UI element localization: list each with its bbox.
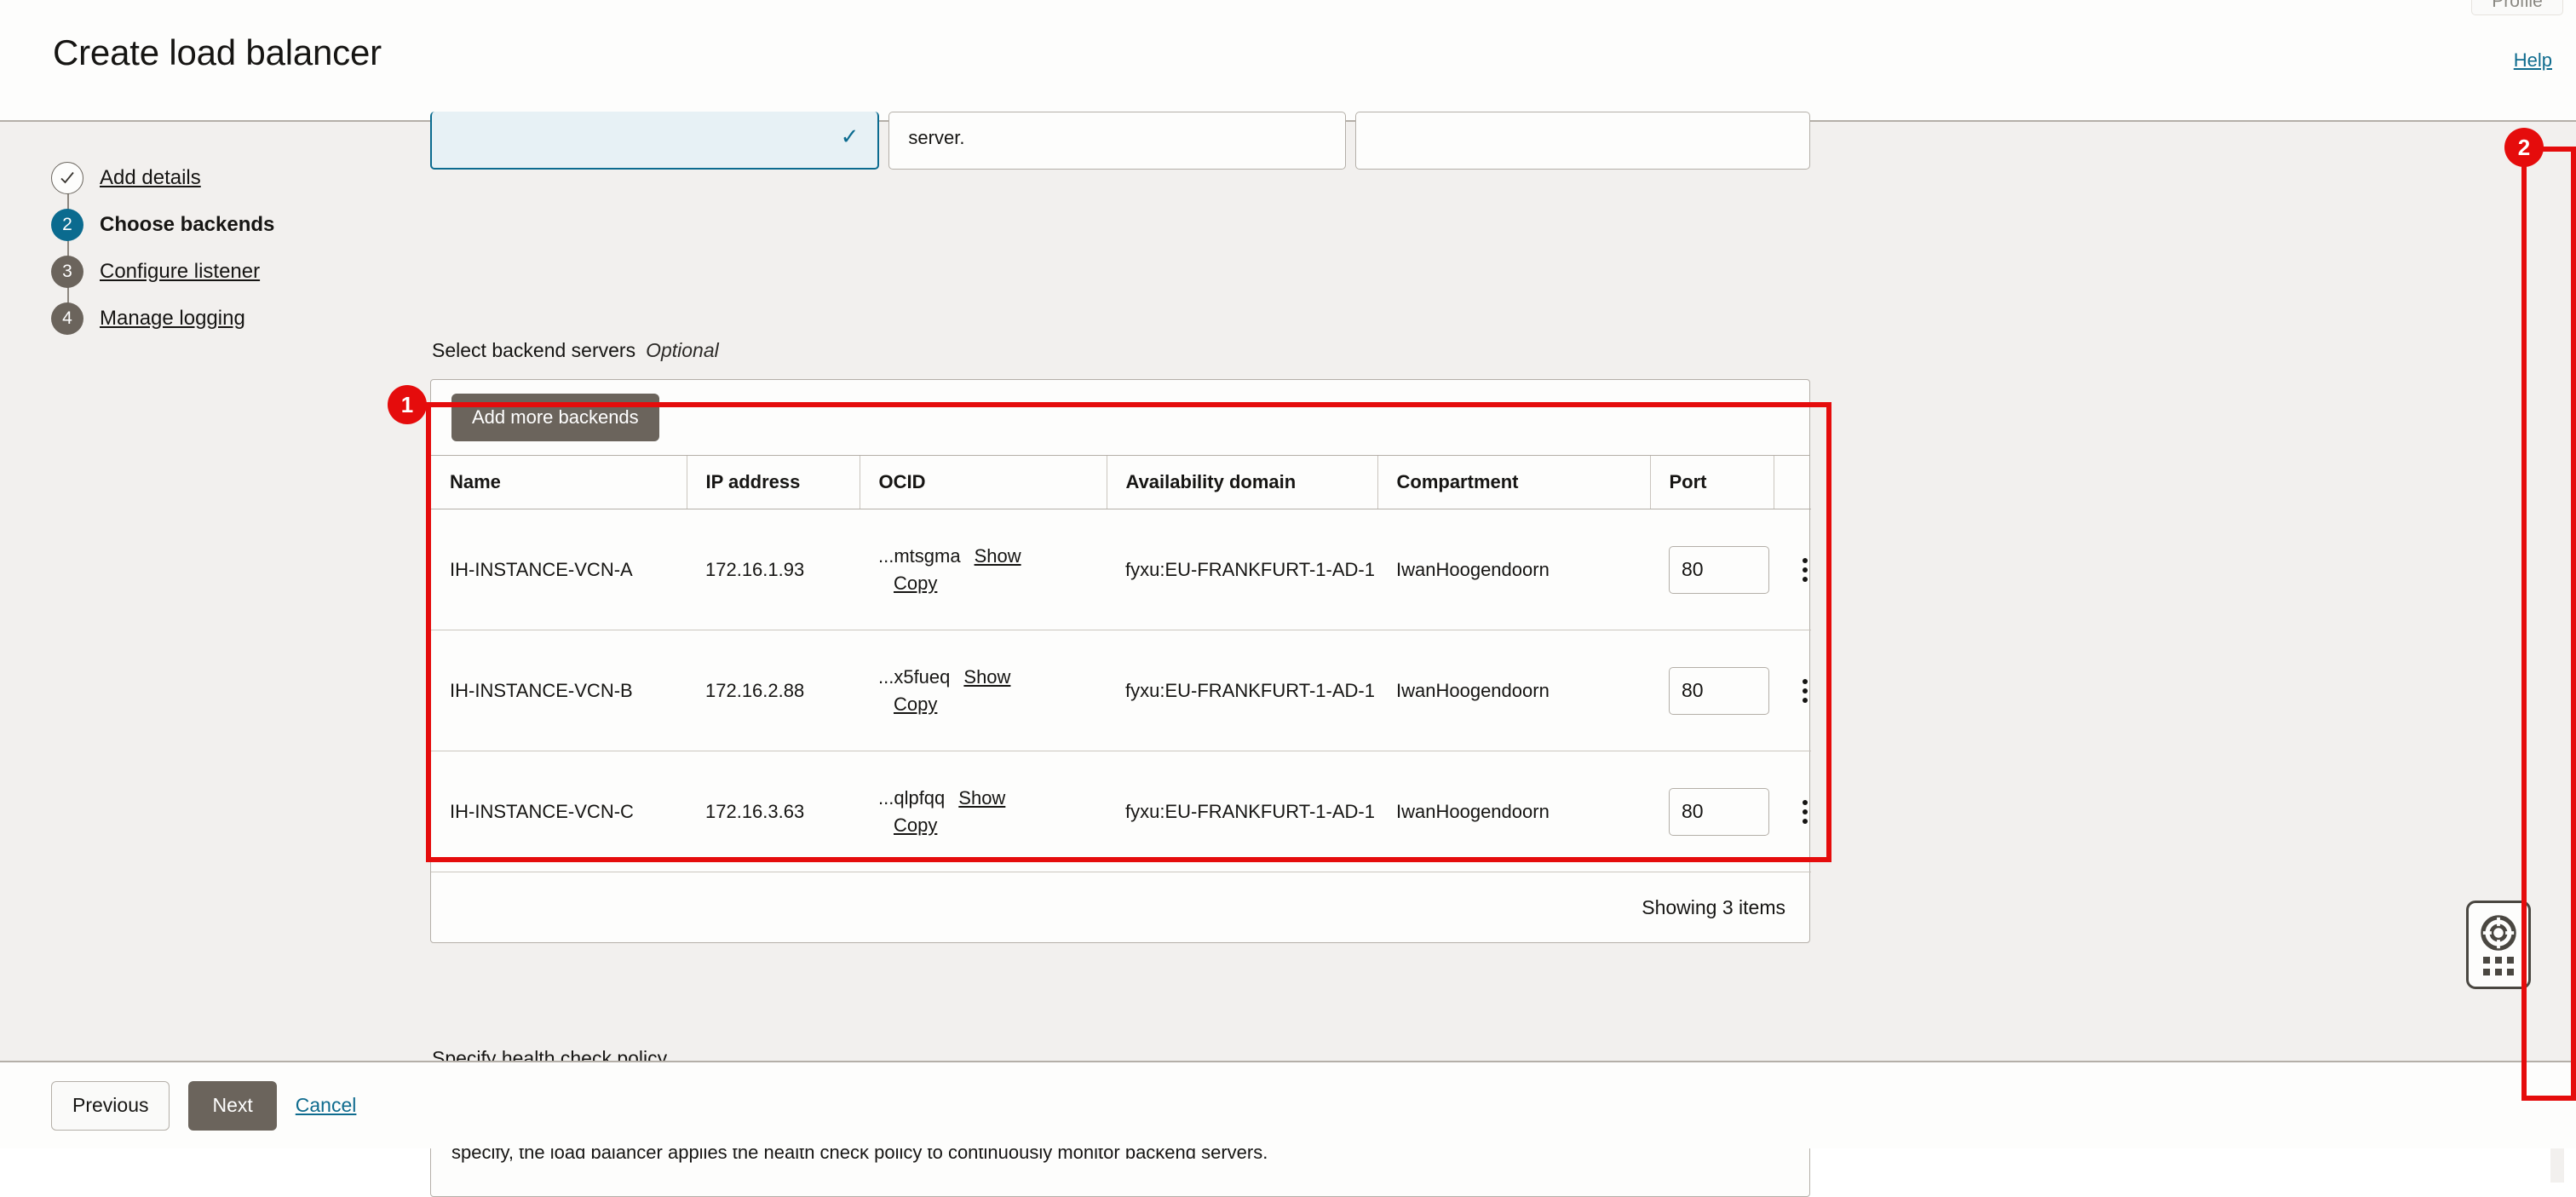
sidebar-step-choose-backends[interactable]: 2 Choose backends: [51, 201, 409, 248]
step-number-badge: 2: [51, 208, 83, 241]
backends-optional-tag: Optional: [646, 339, 719, 361]
cell-actions: [1774, 509, 1811, 630]
ocid-show-link[interactable]: Show: [975, 545, 1021, 567]
column-header-compartment: Compartment: [1377, 456, 1651, 509]
wizard-footer: Previous Next Cancel: [0, 1061, 2576, 1148]
showing-items-count: Showing 3 items: [1642, 895, 1785, 918]
page-title: Create load balancer: [53, 32, 382, 72]
row-actions-menu-icon[interactable]: [1792, 797, 1818, 826]
sidebar-step-add-details[interactable]: Add details: [51, 154, 409, 201]
vertical-scrollbar[interactable]: [2550, 244, 2564, 1183]
lifebuoy-icon: [2481, 914, 2516, 951]
cell-name: IH-INSTANCE-VCN-A: [431, 509, 687, 630]
sidebar-step-label: Choose backends: [100, 212, 275, 236]
ocid-value: ...qlpfqq: [878, 786, 946, 809]
cell-actions: [1774, 751, 1811, 872]
cell-port: [1650, 630, 1774, 751]
backends-section-label: Select backend servers Optional: [432, 339, 719, 362]
column-header-name: Name: [431, 456, 687, 509]
step-complete-check-icon: [51, 161, 83, 194]
cell-port: [1650, 509, 1774, 630]
text-field-c[interactable]: [1354, 112, 1810, 170]
profile-button[interactable]: Profile: [2471, 0, 2563, 15]
column-header-port: Port: [1650, 456, 1774, 509]
table-row: IH-INSTANCE-VCN-B 172.16.2.88 ...x5fueq S…: [431, 630, 1811, 751]
add-more-backends-button[interactable]: Add more backends: [451, 394, 659, 441]
checkmark-icon: ✓: [840, 124, 860, 149]
selected-field[interactable]: ✓: [430, 112, 880, 170]
column-header-ip-address: IP address: [687, 456, 860, 509]
next-button[interactable]: Next: [188, 1080, 277, 1131]
sidebar-step-manage-logging[interactable]: 4 Manage logging: [51, 295, 409, 342]
ocid-show-link[interactable]: Show: [963, 666, 1010, 688]
cell-availability-domain: fyxu:EU-FRANKFURT-1-AD-1: [1107, 630, 1377, 751]
sidebar-step-label: Manage logging: [100, 306, 245, 330]
support-widget[interactable]: [2466, 901, 2531, 989]
annotation-badge-2: 2: [2504, 128, 2544, 167]
row-actions-menu-icon[interactable]: [1792, 555, 1818, 584]
ocid-show-link[interactable]: Show: [958, 787, 1005, 809]
page-body: Add details 2 Choose backends 3 Configur…: [0, 112, 2576, 1197]
scrolled-field-row: ✓ server.: [430, 112, 1810, 170]
table-row: IH-INSTANCE-VCN-C 172.16.3.63 ...qlpfqq S…: [431, 751, 1811, 872]
apps-grid-icon: [2483, 956, 2514, 975]
text-field-b-value: server.: [908, 127, 965, 148]
cell-availability-domain: fyxu:EU-FRANKFURT-1-AD-1: [1107, 509, 1377, 630]
sidebar-step-label: Configure listener: [100, 259, 261, 283]
ocid-copy-link[interactable]: Copy: [894, 693, 937, 715]
cell-availability-domain: fyxu:EU-FRANKFURT-1-AD-1: [1107, 751, 1377, 872]
cell-compartment: IwanHoogendoorn: [1377, 630, 1650, 751]
cell-name: IH-INSTANCE-VCN-C: [431, 751, 687, 872]
cell-name: IH-INSTANCE-VCN-B: [431, 630, 687, 751]
previous-button[interactable]: Previous: [51, 1080, 170, 1131]
column-header-ocid: OCID: [860, 456, 1107, 509]
port-input[interactable]: [1669, 545, 1769, 594]
step-number-badge: 3: [51, 255, 83, 288]
column-header-availability-domain: Availability domain: [1107, 456, 1378, 509]
step-number-badge: 4: [51, 302, 83, 335]
text-field-b[interactable]: server.: [888, 112, 1346, 170]
cell-compartment: IwanHoogendoorn: [1377, 509, 1650, 630]
ocid-value: ...mtsgma: [878, 544, 961, 567]
cell-ocid: ...x5fueq Show Copy: [860, 630, 1107, 751]
port-input[interactable]: [1669, 787, 1769, 836]
backends-section-title: Select backend servers: [432, 339, 636, 361]
backends-table: Name IP address OCID Availability domain…: [431, 456, 1811, 872]
cell-ocid: ...qlpfqq Show Copy: [860, 751, 1107, 872]
table-footer: Showing 3 items: [431, 872, 1809, 942]
cell-actions: [1774, 630, 1811, 751]
sidebar-step-configure-listener[interactable]: 3 Configure listener: [51, 248, 409, 295]
cancel-link[interactable]: Cancel: [296, 1094, 357, 1117]
app-header: Create load balancer Profile Help: [0, 0, 2576, 122]
row-actions-menu-icon[interactable]: [1792, 676, 1818, 705]
column-header-actions: [1774, 456, 1811, 509]
backends-table-card: Add more backends Name IP address OCID A…: [430, 379, 1811, 943]
cell-ip: 172.16.2.88: [687, 630, 860, 751]
cell-ip: 172.16.3.63: [687, 751, 860, 872]
cell-port: [1650, 751, 1774, 872]
cell-compartment: IwanHoogendoorn: [1377, 751, 1650, 872]
ocid-copy-link[interactable]: Copy: [894, 814, 937, 836]
ocid-value: ...x5fueq: [878, 665, 951, 688]
sidebar-step-label: Add details: [100, 165, 201, 189]
annotation-badge-1: 1: [388, 385, 427, 424]
table-row: IH-INSTANCE-VCN-A 172.16.1.93 ...mtsgma S…: [431, 509, 1811, 630]
cell-ocid: ...mtsgma Show Copy: [860, 509, 1107, 630]
help-link[interactable]: Help: [2514, 49, 2552, 72]
ocid-copy-link[interactable]: Copy: [894, 573, 937, 594]
table-toolbar: Add more backends: [431, 380, 1809, 456]
port-input[interactable]: [1669, 666, 1769, 715]
table-header-row: Name IP address OCID Availability domain…: [431, 456, 1811, 509]
cell-ip: 172.16.1.93: [687, 509, 860, 630]
wizard-steps: Add details 2 Choose backends 3 Configur…: [51, 154, 409, 342]
